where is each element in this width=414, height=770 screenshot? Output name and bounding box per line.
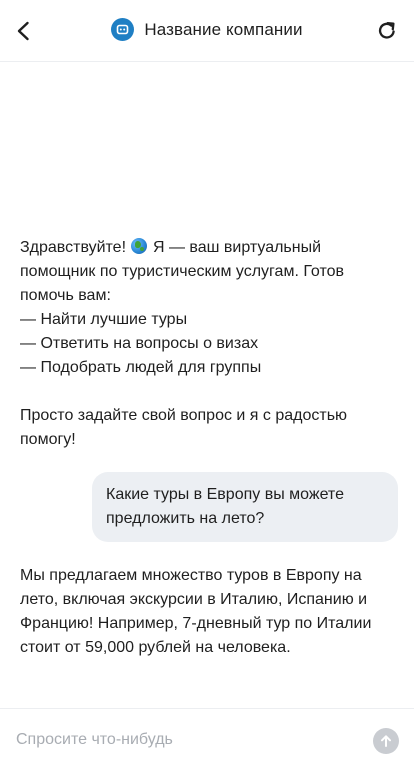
send-button[interactable] xyxy=(373,728,399,754)
bot-message-answer: Мы предлагаем множество туров в Европу н… xyxy=(20,564,396,660)
arrow-up-icon xyxy=(381,735,391,747)
greeting-closing: Просто задайте свой вопрос и я с радость… xyxy=(20,407,348,448)
header-title-group: Название компании xyxy=(0,18,414,41)
bot-message-greeting: Здравствуйте! Я — ваш виртуальный помощн… xyxy=(20,236,396,452)
message-composer xyxy=(0,708,414,770)
header: Название компании xyxy=(0,0,414,62)
company-name: Название компании xyxy=(144,19,303,39)
globe-icon xyxy=(131,238,148,254)
answer-text: Мы предлагаем множество туров в Европу н… xyxy=(20,567,372,656)
greeting-item-2: — Ответить на вопросы о визах xyxy=(20,335,259,352)
refresh-icon xyxy=(378,22,395,39)
bot-icon xyxy=(111,18,135,41)
user-message: Какие туры в Европу вы можете предложить… xyxy=(92,472,398,542)
chat-area: Здравствуйте! Я — ваш виртуальный помощн… xyxy=(0,62,414,708)
greeting-text: Здравствуйте! Я — ваш виртуальный помощн… xyxy=(20,236,396,308)
greeting-hello: Здравствуйте! xyxy=(20,239,127,256)
message-input[interactable] xyxy=(16,725,356,755)
greeting-item-3: — Подобрать людей для группы xyxy=(20,359,262,376)
chat-screen: Название компании Здравствуйте! Я — ваш … xyxy=(0,0,414,770)
refresh-button[interactable] xyxy=(372,16,402,46)
greeting-item-1: — Найти лучшие туры xyxy=(20,311,188,328)
